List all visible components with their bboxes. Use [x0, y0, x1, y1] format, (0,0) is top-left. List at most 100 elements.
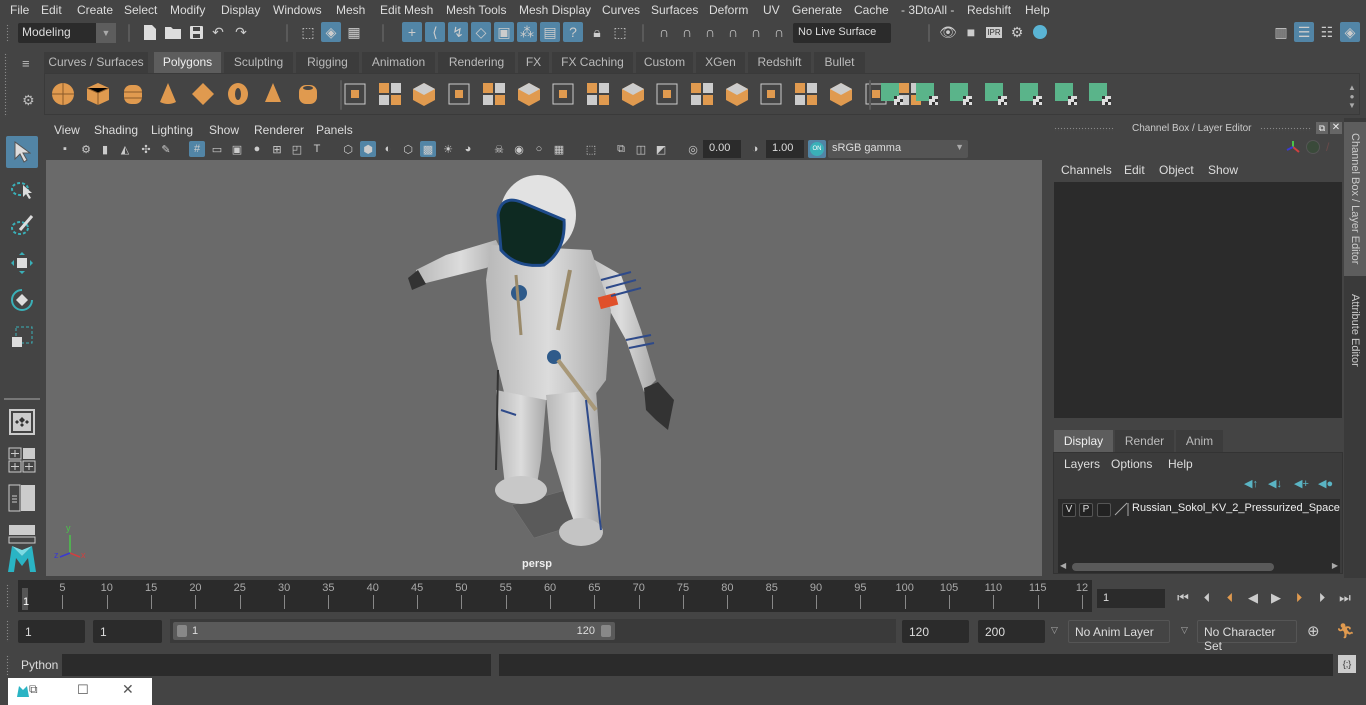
layer-help-menu[interactable]: Help: [1168, 457, 1193, 471]
move-layer-down-icon[interactable]: ◀↓: [1268, 477, 1282, 490]
combine-icon[interactable]: [341, 80, 369, 108]
poly-plane-icon[interactable]: [189, 80, 217, 108]
live-surface-field[interactable]: No Live Surface: [793, 23, 891, 43]
paint-select-tool[interactable]: [6, 210, 38, 242]
cylindrical-uv-icon[interactable]: [947, 80, 975, 108]
shadows-icon[interactable]: ◕: [460, 141, 476, 157]
snap-to-surface-magnet-icon[interactable]: ∩: [746, 22, 766, 42]
new-layer-from-selected-icon[interactable]: ◀●: [1318, 477, 1333, 490]
separate-icon[interactable]: [376, 80, 404, 108]
drag-handle[interactable]: [6, 620, 10, 642]
range-end-handle[interactable]: [601, 625, 611, 637]
close-panel-icon[interactable]: ✕: [1330, 122, 1342, 134]
target-weld-icon[interactable]: [827, 80, 855, 108]
drag-handle[interactable]: [1260, 127, 1312, 131]
layer-color-swatch[interactable]: [1114, 502, 1130, 516]
menu-set-dropdown[interactable]: Modeling ▼: [18, 23, 116, 43]
layer-tab-render[interactable]: Render: [1115, 430, 1174, 452]
select-highlight-icon[interactable]: ⬚: [610, 22, 630, 42]
float-panel-icon[interactable]: ⧉: [1316, 122, 1328, 134]
bookmark-icon[interactable]: ▮: [97, 141, 113, 157]
layer-row[interactable]: V P Russian_Sokol_KV_2_Pressurized_Space…: [1058, 499, 1340, 519]
uv-editor-icon[interactable]: [1052, 80, 1080, 108]
menu-generate[interactable]: Generate: [792, 3, 842, 17]
snap-view-plane-icon[interactable]: ◇: [471, 22, 491, 42]
new-scene-icon[interactable]: [140, 22, 160, 42]
poly-torus-icon[interactable]: [224, 80, 252, 108]
smooth-shade-icon[interactable]: ⬢: [360, 141, 376, 157]
gate-mask-icon[interactable]: ●: [249, 141, 265, 157]
scroll-left-icon[interactable]: ◀: [1060, 561, 1066, 570]
channels-object-menu[interactable]: Object: [1159, 163, 1194, 177]
poly-sphere-icon[interactable]: [49, 80, 77, 108]
redo-icon[interactable]: ↷: [231, 22, 251, 42]
move-tool[interactable]: [6, 247, 38, 279]
channel-list[interactable]: [1054, 182, 1342, 418]
spherical-uv-icon[interactable]: [982, 80, 1010, 108]
grid-toggle-icon[interactable]: #: [189, 141, 205, 157]
scroll-right-icon[interactable]: ▶: [1332, 561, 1338, 570]
menu-modify[interactable]: Modify: [170, 3, 205, 17]
menu-deform[interactable]: Deform: [709, 3, 748, 17]
render-history-icon[interactable]: ▤: [540, 22, 560, 42]
drag-handle[interactable]: [6, 655, 10, 675]
snap-to-grid-magnet-icon[interactable]: ∩: [654, 22, 674, 42]
move-layer-up-icon[interactable]: ◀↑: [1244, 477, 1258, 490]
new-layer-icon[interactable]: ◀+: [1294, 477, 1309, 490]
script-editor-icon[interactable]: {;}: [1338, 655, 1356, 673]
menu-mesh-display[interactable]: Mesh Display: [519, 3, 591, 17]
shelf-tab-sculpting[interactable]: Sculpting: [224, 52, 294, 73]
shelf-tab-rendering[interactable]: Rendering: [438, 52, 516, 73]
menu-redshift[interactable]: Redshift: [967, 3, 1011, 17]
menu-uv[interactable]: UV: [763, 3, 780, 17]
unfold-icon[interactable]: [1017, 80, 1045, 108]
time-slider[interactable]: 1 5 10 15 20 25 30 35 40 45 50 55 60 65 70 75 80 85 90 95 1…: [18, 580, 1092, 612]
menu-create[interactable]: Create: [77, 3, 113, 17]
multisample-aa-icon[interactable]: ○: [531, 141, 547, 157]
menu-windows[interactable]: Windows: [273, 3, 322, 17]
scroll-thumb[interactable]: [1072, 563, 1274, 571]
safe-action-icon[interactable]: ◰: [289, 141, 305, 157]
playback-start-field[interactable]: 1: [93, 620, 162, 643]
wireframe-on-shaded-icon[interactable]: ⬡: [400, 141, 416, 157]
channel-box-toggle-icon[interactable]: ◈: [1340, 22, 1360, 42]
attribute-editor-toggle-icon[interactable]: ☰: [1294, 22, 1314, 42]
current-frame-field[interactable]: 1: [1097, 589, 1165, 608]
layers-menu[interactable]: Layers: [1064, 457, 1100, 471]
snap-to-point-magnet-icon[interactable]: ∩: [700, 22, 720, 42]
shelf-scroll-control[interactable]: ▲ ● ▼: [1345, 83, 1359, 110]
astronaut-model[interactable]: [46, 160, 1042, 576]
single-perspective-layout-icon[interactable]: [6, 406, 38, 438]
xray-icon[interactable]: ⧉: [613, 141, 629, 157]
animation-end-field[interactable]: 200: [978, 620, 1045, 643]
undo-icon[interactable]: ↶: [208, 22, 228, 42]
bridge-icon[interactable]: [653, 80, 681, 108]
save-scene-icon[interactable]: [186, 22, 206, 42]
snap-grid-icon[interactable]: +: [402, 22, 422, 42]
step-back-key-icon[interactable]: ⏴: [1221, 589, 1239, 607]
character-set-dropdown[interactable]: No Character Set: [1197, 620, 1297, 653]
layer-visibility-toggle[interactable]: V: [1062, 503, 1076, 517]
animation-preferences-icon[interactable]: 🏃︎: [1336, 622, 1355, 640]
menu-3dtoall[interactable]: - 3DtoAll -: [901, 3, 954, 17]
camera-select-icon[interactable]: ▪: [57, 141, 73, 157]
character-set-dropdown-arrow-icon[interactable]: ▽: [1181, 625, 1188, 636]
extract-icon[interactable]: [480, 80, 508, 108]
menu-curves[interactable]: Curves: [602, 3, 640, 17]
symmetry-icon[interactable]: ⁂: [517, 22, 537, 42]
view-transform-dropdown[interactable]: sRGB gamma ▼: [828, 140, 968, 158]
smooth-icon[interactable]: [445, 80, 473, 108]
anim-layer-dropdown[interactable]: No Anim Layer: [1068, 620, 1170, 643]
persp-outliner-layout-icon[interactable]: [6, 482, 38, 514]
use-all-lights-icon[interactable]: ☀: [440, 141, 456, 157]
planar-uv-icon[interactable]: [913, 80, 941, 108]
panel-menu-view[interactable]: View: [54, 123, 80, 137]
grease-pencil-icon[interactable]: ✎: [158, 141, 174, 157]
fill-hole-icon[interactable]: [757, 80, 785, 108]
anim-layer-dropdown-arrow-icon[interactable]: ▽: [1051, 625, 1058, 636]
poly-cube-icon[interactable]: [84, 80, 112, 108]
color-management-toggle[interactable]: ON: [808, 140, 826, 158]
screen-space-ao-icon[interactable]: ☠: [491, 141, 507, 157]
gamma-icon[interactable]: ◑: [747, 141, 763, 157]
step-forward-frame-icon[interactable]: ⏵: [1313, 589, 1331, 607]
